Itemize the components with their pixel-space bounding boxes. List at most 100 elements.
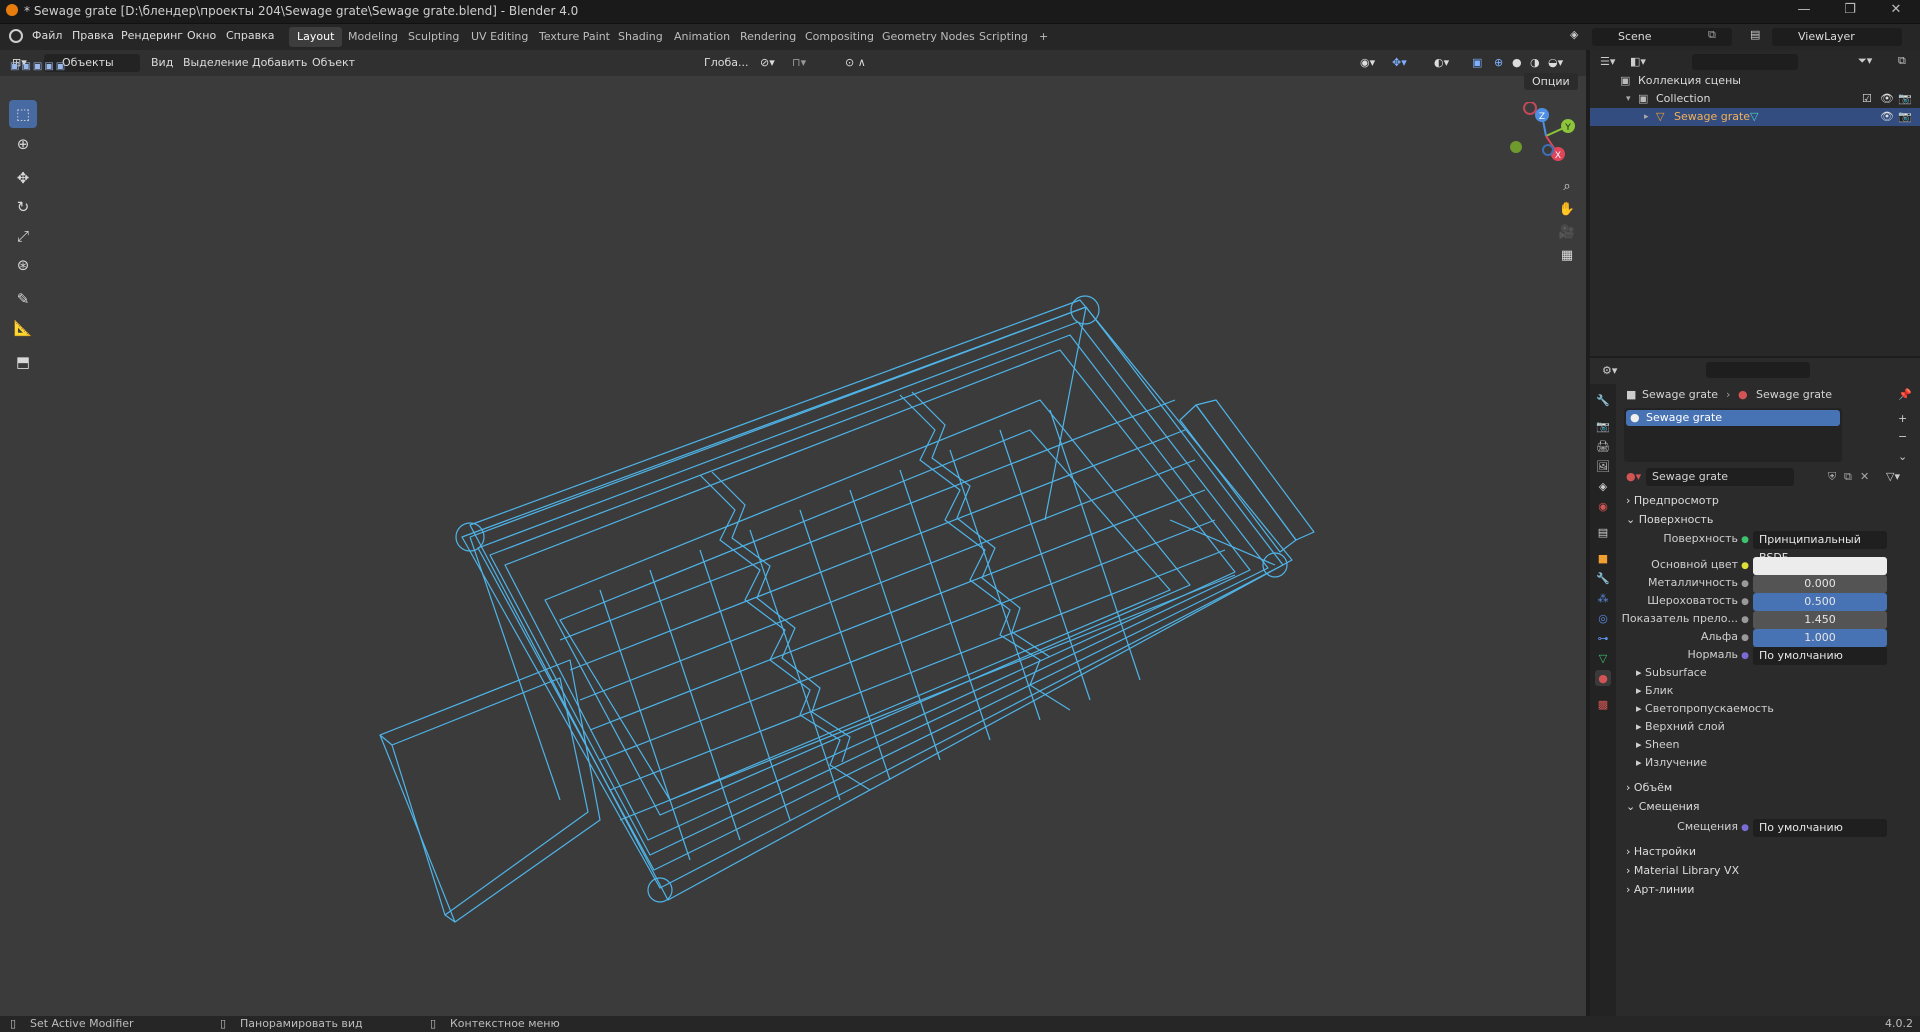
material-filter-icon[interactable]: ▽▾	[1886, 470, 1900, 483]
panel-preview[interactable]: › Предпросмотр	[1626, 492, 1719, 510]
subpanel-subsurface[interactable]: ▸ Subsurface	[1636, 666, 1707, 679]
properties-search-input[interactable]	[1706, 362, 1810, 378]
material-browse-icon[interactable]: ●▾	[1626, 470, 1641, 483]
panel-settings[interactable]: › Настройки	[1626, 843, 1696, 861]
sewage-grate-wireframe[interactable]	[0, 50, 1586, 1016]
tab-layout[interactable]: Layout	[289, 27, 343, 47]
socket-dot[interactable]: ●	[1739, 819, 1751, 837]
output-tab-icon[interactable]: 🖨	[1595, 438, 1611, 454]
eye-icon[interactable]: 👁	[1880, 90, 1894, 108]
socket-dot[interactable]: ●	[1739, 629, 1751, 647]
scene-selector-icon[interactable]: ◈	[1570, 28, 1578, 41]
new-collection-icon[interactable]: ⧉	[1898, 54, 1906, 68]
menu-render[interactable]: Рендеринг	[121, 29, 183, 42]
tab-sculpting[interactable]: Sculpting	[400, 27, 467, 47]
material-tab-icon[interactable]: ●	[1595, 670, 1611, 686]
expand-icon[interactable]: ▸	[1644, 108, 1649, 126]
subpanel-sheen[interactable]: ▸ Sheen	[1636, 738, 1680, 751]
socket-dot[interactable]: ●	[1739, 557, 1751, 575]
displacement-field[interactable]: По умолчанию	[1753, 819, 1887, 837]
material-name-field[interactable]: Sewage grate	[1646, 468, 1794, 486]
slot-specials-icon[interactable]: ⌄	[1898, 450, 1907, 463]
render-tab-icon[interactable]: 📷	[1595, 418, 1611, 434]
socket-dot[interactable]: ●	[1739, 575, 1751, 593]
socket-dot[interactable]: ●	[1739, 611, 1751, 629]
outliner-object-sewage-grate[interactable]: ▸ ▽ Sewage grate ▽ 👁 📷	[1590, 108, 1920, 126]
normal-field[interactable]: По умолчанию	[1753, 647, 1887, 665]
subpanel-specular[interactable]: ▸ Блик	[1636, 684, 1673, 697]
checkbox-icon[interactable]: ☑	[1862, 90, 1872, 108]
properties-editor-icon[interactable]: ⚙▾	[1602, 364, 1617, 377]
unlink-material-icon[interactable]: ✕	[1860, 470, 1869, 483]
texture-tab-icon[interactable]: ▩	[1595, 696, 1611, 712]
panel-material-library[interactable]: › Material Library VX	[1626, 862, 1739, 880]
alpha-field[interactable]: 1.000	[1753, 629, 1887, 647]
blender-menu-icon[interactable]	[9, 29, 23, 43]
tab-uv-editing[interactable]: UV Editing	[463, 27, 536, 47]
tab-shading[interactable]: Shading	[610, 27, 671, 47]
tab-rendering[interactable]: Rendering	[732, 27, 804, 47]
add-workspace-button[interactable]: +	[1031, 27, 1056, 47]
tab-compositing[interactable]: Compositing	[797, 27, 882, 47]
status-bar: ▯ Set Active Modifier ▯ Панорамировать в…	[0, 1016, 1920, 1032]
breadcrumb-material-icon: ●	[1738, 388, 1748, 401]
camera-icon[interactable]: 📷	[1898, 90, 1912, 108]
camera-icon[interactable]: 📷	[1898, 108, 1912, 126]
filter-icon[interactable]: ⏷▾	[1858, 54, 1872, 68]
world-tab-icon[interactable]: ◉	[1595, 498, 1611, 514]
view-layer-tab-icon[interactable]: 🖼	[1595, 458, 1611, 474]
outliner-editor-icon[interactable]: ☰▾	[1600, 55, 1615, 68]
fake-user-icon[interactable]: ⛨	[1828, 470, 1836, 484]
panel-surface[interactable]: ⌄ Поверхность	[1626, 511, 1713, 529]
duplicate-material-icon[interactable]: ⧉	[1844, 470, 1852, 484]
panel-displacement[interactable]: ⌄ Смещения	[1626, 798, 1700, 816]
subpanel-emission[interactable]: ▸ Излучение	[1636, 756, 1707, 769]
socket-dot[interactable]: ●	[1739, 531, 1751, 549]
outliner-search-input[interactable]	[1692, 54, 1798, 70]
remove-slot-button[interactable]: −	[1898, 430, 1907, 443]
scene-collection-label: Коллекция сцены	[1638, 74, 1741, 87]
base-color-swatch[interactable]	[1753, 557, 1887, 575]
tab-scripting[interactable]: Scripting	[971, 27, 1036, 47]
scene-tab-icon[interactable]: ◈	[1595, 478, 1611, 494]
roughness-field[interactable]: 0.500	[1753, 593, 1887, 611]
socket-dot[interactable]: ●	[1739, 647, 1751, 665]
new-scene-icon[interactable]: ⧉	[1708, 28, 1716, 42]
metallic-label: Металличность	[1648, 576, 1738, 589]
tab-animation[interactable]: Animation	[666, 27, 738, 47]
tab-texture-paint[interactable]: Texture Paint	[531, 27, 618, 47]
view-layer-icon[interactable]: ▤	[1750, 28, 1760, 41]
mesh-data-icon[interactable]: ▽	[1750, 108, 1758, 126]
close-button[interactable]: ✕	[1876, 2, 1916, 17]
minimize-button[interactable]: —	[1784, 2, 1824, 17]
panel-preview-label: Предпросмотр	[1633, 494, 1719, 507]
socket-dot[interactable]: ●	[1739, 593, 1751, 611]
menu-window[interactable]: Окно	[187, 29, 216, 42]
3d-viewport[interactable]: ⊞▾ Объекты Вид Выделение Добавить Объект…	[0, 50, 1586, 1016]
add-slot-button[interactable]: +	[1898, 412, 1907, 425]
expand-icon[interactable]: ▾	[1626, 90, 1631, 108]
panel-displacement-label: Смещения	[1638, 800, 1700, 813]
tool-tab-icon[interactable]: 🔧	[1595, 392, 1611, 408]
surface-shader-field[interactable]: Принципиальный BSDF	[1753, 531, 1887, 564]
properties-tabs: 🔧 📷 🖨 🖼 ◈ ◉ ▤ ■ 🔧 ⁂ ◎ ⊶ ▽ ● ▩	[1590, 384, 1616, 1016]
material-slot-item[interactable]: ● Sewage grate	[1626, 410, 1840, 426]
subpanel-transmission[interactable]: ▸ Светопропускаемость	[1636, 702, 1774, 715]
view-layer-field[interactable]: ViewLayer	[1772, 28, 1902, 46]
maximize-button[interactable]: ❐	[1830, 2, 1870, 17]
tab-geometry-nodes[interactable]: Geometry Nodes	[874, 27, 983, 47]
panel-lineart[interactable]: › Арт-линии	[1626, 881, 1694, 899]
panel-volume[interactable]: › Объём	[1626, 779, 1672, 797]
outliner-display-mode-icon[interactable]: ◧▾	[1630, 55, 1646, 68]
subpanel-coat[interactable]: ▸ Верхний слой	[1636, 720, 1725, 733]
outliner-scene-collection[interactable]: ▣ Коллекция сцены	[1590, 72, 1920, 90]
eye-icon[interactable]: 👁	[1880, 108, 1894, 126]
tab-modeling[interactable]: Modeling	[340, 27, 406, 47]
ior-field[interactable]: 1.450	[1753, 611, 1887, 629]
menu-help[interactable]: Справка	[226, 29, 274, 42]
menu-file[interactable]: Файл	[32, 29, 62, 42]
pin-icon[interactable]: 📌	[1898, 388, 1912, 401]
menu-edit[interactable]: Правка	[72, 29, 114, 42]
outliner-collection[interactable]: ▾ ▣ Collection ☑ 👁 📷	[1590, 90, 1920, 108]
metallic-field[interactable]: 0.000	[1753, 575, 1887, 593]
